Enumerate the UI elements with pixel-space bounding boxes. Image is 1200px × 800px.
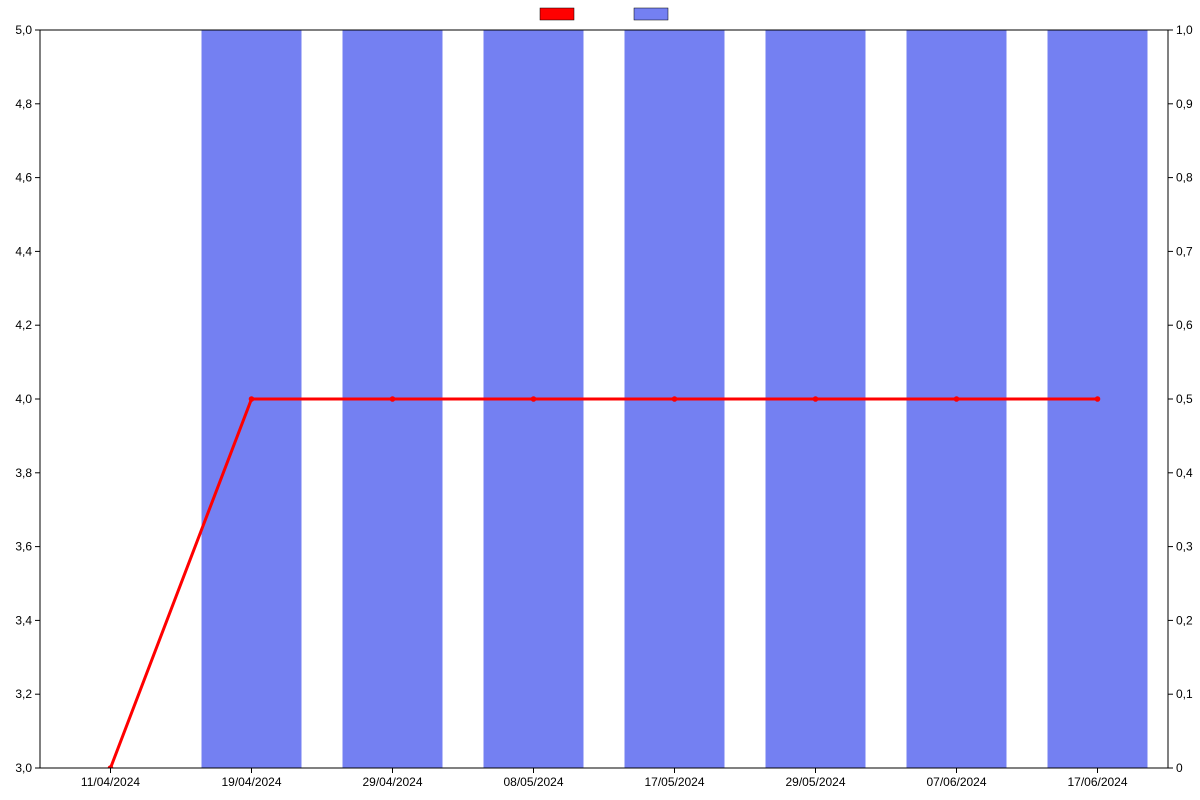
y-right-tick-label: 0,3: [1176, 540, 1193, 554]
y-left-tick-label: 3,8: [15, 466, 32, 480]
line-marker: [531, 396, 537, 402]
x-tick-label: 29/05/2024: [785, 775, 845, 789]
x-tick-label: 07/06/2024: [926, 775, 986, 789]
y-left-tick-label: 3,4: [15, 613, 32, 627]
chart-container: 3,0 3,2 3,4 3,6 3,8 4,0 4,2 4,4 4,6 4,8 5,0 0 0,1 0,2…: [0, 0, 1200, 800]
y-right-tick-label: 0,1: [1176, 687, 1193, 701]
line-marker: [954, 396, 960, 402]
y-left-tick-label: 3,2: [15, 687, 32, 701]
y-left-tick-label: 4,2: [15, 318, 32, 332]
y-left-tick-label: 4,8: [15, 97, 32, 111]
y-left-tick-label: 4,4: [15, 244, 32, 258]
chart-svg: 3,0 3,2 3,4 3,6 3,8 4,0 4,2 4,4 4,6 4,8 5,0 0 0,1 0,2…: [0, 0, 1200, 800]
x-tick-label: 17/05/2024: [644, 775, 704, 789]
y-right-tick-label: 1,0: [1176, 23, 1193, 37]
line-marker: [1095, 396, 1101, 402]
y-right-tick-label: 0,9: [1176, 97, 1193, 111]
y-left-tick-label: 3,0: [15, 761, 32, 775]
line-marker: [672, 396, 678, 402]
y-right-tick-label: 0,4: [1176, 466, 1193, 480]
y-right-tick-label: 0,2: [1176, 613, 1193, 627]
x-tick-label: 29/04/2024: [362, 775, 422, 789]
y-right-tick-label: 0,5: [1176, 392, 1193, 406]
y-left-tick-label: 4,0: [15, 392, 32, 406]
legend-swatch: [540, 8, 574, 20]
x-tick-label: 17/06/2024: [1067, 775, 1127, 789]
x-tick-label: 08/05/2024: [503, 775, 563, 789]
line-marker: [390, 396, 396, 402]
y-left-tick-label: 3,6: [15, 540, 32, 554]
legend-swatch: [634, 8, 668, 20]
y-right-tick-label: 0,8: [1176, 171, 1193, 185]
line-marker: [249, 396, 255, 402]
y-right-tick-label: 0: [1176, 761, 1183, 775]
line-marker: [813, 396, 819, 402]
y-right-tick-label: 0,6: [1176, 318, 1193, 332]
y-left-tick-label: 5,0: [15, 23, 32, 37]
x-tick-label: 11/04/2024: [81, 775, 140, 789]
x-tick-label: 19/04/2024: [221, 775, 281, 789]
y-right-tick-label: 0,7: [1176, 244, 1193, 258]
y-left-tick-label: 4,6: [15, 171, 32, 185]
